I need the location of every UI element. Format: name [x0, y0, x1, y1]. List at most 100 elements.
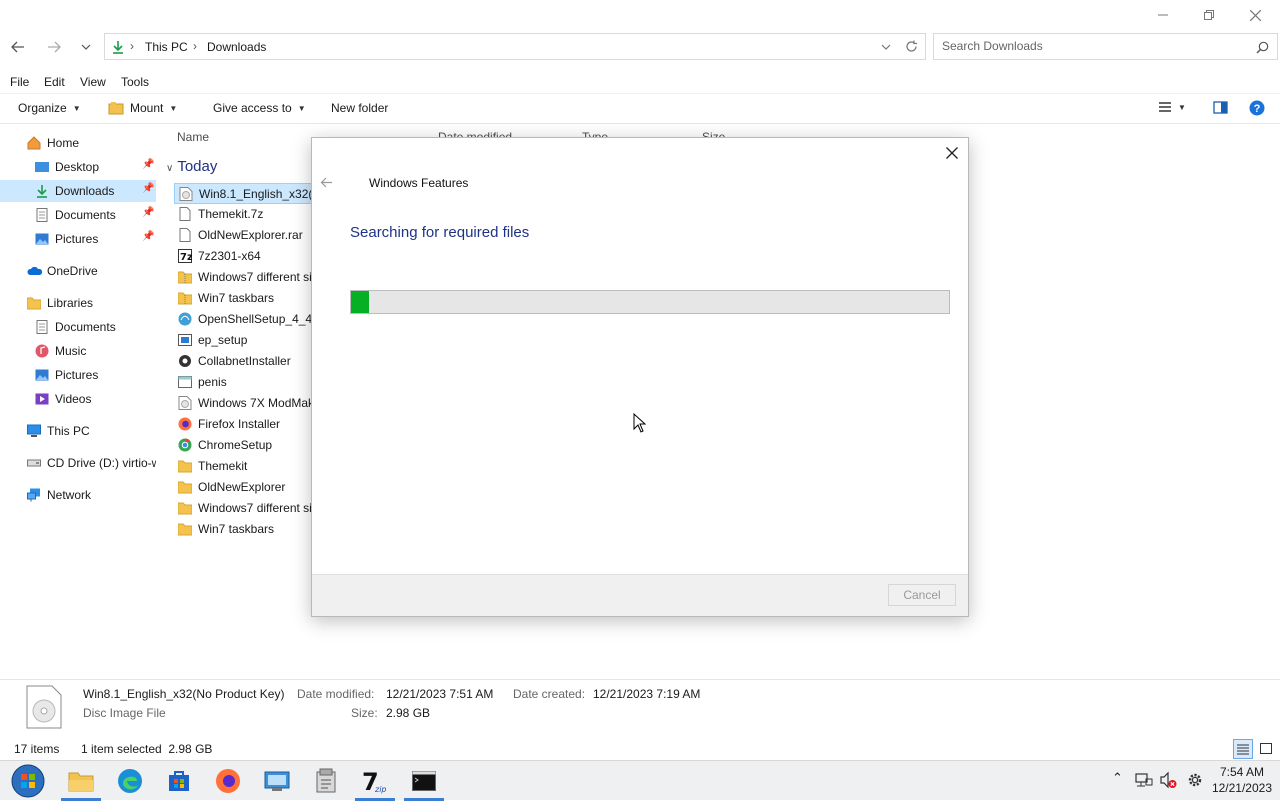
column-header-name[interactable]: Name: [177, 130, 209, 144]
file-name: Themekit.7z: [198, 207, 264, 221]
edge-icon: [118, 769, 142, 793]
menu-edit[interactable]: Edit: [44, 75, 65, 89]
file-row[interactable]: ep_setup: [174, 330, 314, 351]
taskbar-store[interactable]: [155, 761, 203, 801]
close-icon[interactable]: [946, 147, 958, 159]
preview-pane-button[interactable]: [1213, 101, 1228, 114]
file-row[interactable]: Themekit: [174, 456, 314, 477]
mount-button[interactable]: Mount ▼: [108, 101, 177, 115]
start-button[interactable]: [4, 761, 52, 801]
taskbar-7zip[interactable]: 7 zip: [351, 761, 399, 801]
sidebar-item-libraries[interactable]: Libraries: [0, 292, 156, 314]
back-button[interactable]: [6, 33, 30, 61]
file-row[interactable]: Win7 taskbars: [174, 288, 314, 309]
search-input[interactable]: [942, 39, 1242, 53]
file-row[interactable]: OldNewExplorer.rar: [174, 225, 314, 246]
minimize-button[interactable]: [1140, 0, 1186, 30]
show-hidden-icons-button[interactable]: ⌃: [1112, 770, 1123, 786]
file-row[interactable]: Themekit.7z: [174, 204, 314, 225]
organize-button[interactable]: Organize ▼: [18, 101, 81, 115]
file-row[interactable]: Win8.1_English_x32(N: [174, 183, 314, 204]
cloud-icon: [27, 266, 43, 275]
sidebar-item-documents[interactable]: Documents 📌: [0, 204, 156, 226]
chevron-down-icon: ∨: [166, 163, 174, 174]
close-icon: [1249, 9, 1261, 21]
sidebar-item-cd-drive[interactable]: CD Drive (D:) virtio-w: [0, 452, 156, 474]
menu-file[interactable]: File: [10, 75, 29, 89]
mount-disc-icon: [108, 102, 124, 115]
file-row[interactable]: Windows 7X ModMak: [174, 393, 314, 414]
menu-view[interactable]: View: [80, 75, 106, 89]
arrow-left-icon[interactable]: [320, 177, 333, 188]
sidebar-item-this-pc[interactable]: This PC: [0, 420, 156, 442]
sidebar-item-label: Home: [47, 136, 80, 150]
group-header-today[interactable]: ∨ Today: [166, 158, 217, 175]
sidebar-item-library-documents[interactable]: Documents: [0, 316, 156, 338]
sidebar-item-music[interactable]: Music: [0, 340, 156, 362]
file-row[interactable]: ChromeSetup: [174, 435, 314, 456]
file-row[interactable]: CollabnetInstaller: [174, 351, 314, 372]
recent-locations-button[interactable]: [74, 33, 98, 61]
taskbar-firefox[interactable]: [204, 761, 252, 801]
dialog-title: Windows Features: [369, 176, 469, 190]
file-row[interactable]: OpenShellSetup_4_4_1: [174, 309, 314, 330]
group-label: Today: [177, 158, 218, 175]
new-folder-button[interactable]: New folder: [331, 101, 388, 115]
new-folder-label: New folder: [331, 101, 389, 115]
file-name: ep_setup: [198, 333, 248, 347]
breadcrumb-downloads[interactable]: Downloads: [207, 40, 266, 54]
details-view-button[interactable]: [1233, 739, 1253, 759]
sidebar-item-library-pictures[interactable]: Pictures: [0, 364, 156, 386]
volume-muted-icon[interactable]: [1159, 771, 1177, 789]
search-box[interactable]: [933, 33, 1278, 60]
file-name: OpenShellSetup_4_4_1: [198, 312, 314, 326]
give-access-button[interactable]: Give access to ▼: [213, 101, 306, 115]
sidebar-item-network[interactable]: Network: [0, 484, 156, 506]
taskbar-edge[interactable]: [106, 761, 154, 801]
help-button[interactable]: ?: [1249, 100, 1265, 116]
caret-down-icon: ▼: [169, 103, 178, 113]
settings-gear-icon[interactable]: [1186, 771, 1204, 789]
file-row[interactable]: Windows7 different si: [174, 267, 314, 288]
preview-pane-icon: [1213, 101, 1228, 114]
cancel-button[interactable]: Cancel: [888, 584, 956, 606]
taskbar-terminal[interactable]: [400, 761, 448, 801]
refresh-icon[interactable]: [905, 40, 918, 53]
file-row[interactable]: Win7 taskbars: [174, 519, 314, 540]
large-icons-view-button[interactable]: [1256, 739, 1276, 759]
restore-button[interactable]: [1186, 0, 1232, 30]
file-row[interactable]: Firefox Installer: [174, 414, 314, 435]
sidebar-item-videos[interactable]: Videos: [0, 388, 156, 410]
network-status-icon[interactable]: [1135, 771, 1153, 789]
sidebar-item-label: Network: [47, 488, 92, 502]
sidebar-item-downloads[interactable]: Downloads 📌: [0, 180, 156, 202]
sidebar-item-home[interactable]: Home: [0, 132, 156, 154]
close-window-button[interactable]: [1232, 0, 1278, 30]
progress-fill: [351, 291, 369, 313]
file-row[interactable]: 7z 7z2301-x64: [174, 246, 314, 267]
taskbar-file-explorer[interactable]: [57, 761, 105, 801]
taskbar-clock[interactable]: 7:54 AM 12/21/2023: [1212, 764, 1272, 796]
sidebar-item-label: CD Drive (D:) virtio-w: [47, 456, 156, 470]
view-options-button[interactable]: ▼: [1158, 101, 1186, 113]
sidebar-item-label: Desktop: [55, 160, 100, 174]
address-bar[interactable]: › This PC › Downloads: [104, 33, 926, 60]
file-row[interactable]: Windows7 different si: [174, 498, 314, 519]
taskbar-installer[interactable]: [302, 761, 350, 801]
taskbar-control-panel[interactable]: [253, 761, 301, 801]
file-row[interactable]: penis: [174, 372, 314, 393]
breadcrumb-separator: ›: [193, 39, 197, 53]
caret-down-icon: ▼: [1178, 102, 1186, 112]
breadcrumb-this-pc[interactable]: This PC: [145, 40, 188, 54]
menu-tools[interactable]: Tools: [121, 75, 149, 89]
forward-button[interactable]: [42, 33, 66, 61]
search-icon[interactable]: [1256, 41, 1269, 54]
sidebar-item-pictures[interactable]: Pictures 📌: [0, 228, 156, 250]
file-row[interactable]: OldNewExplorer: [174, 477, 314, 498]
sidebar-item-onedrive[interactable]: OneDrive: [0, 260, 156, 282]
file-explorer-icon: [68, 772, 94, 792]
chevron-down-icon[interactable]: [881, 44, 891, 50]
sidebar-item-desktop[interactable]: Desktop 📌: [0, 156, 156, 178]
chevron-down-icon: [81, 44, 91, 50]
disc-image-large-icon: [26, 685, 62, 729]
